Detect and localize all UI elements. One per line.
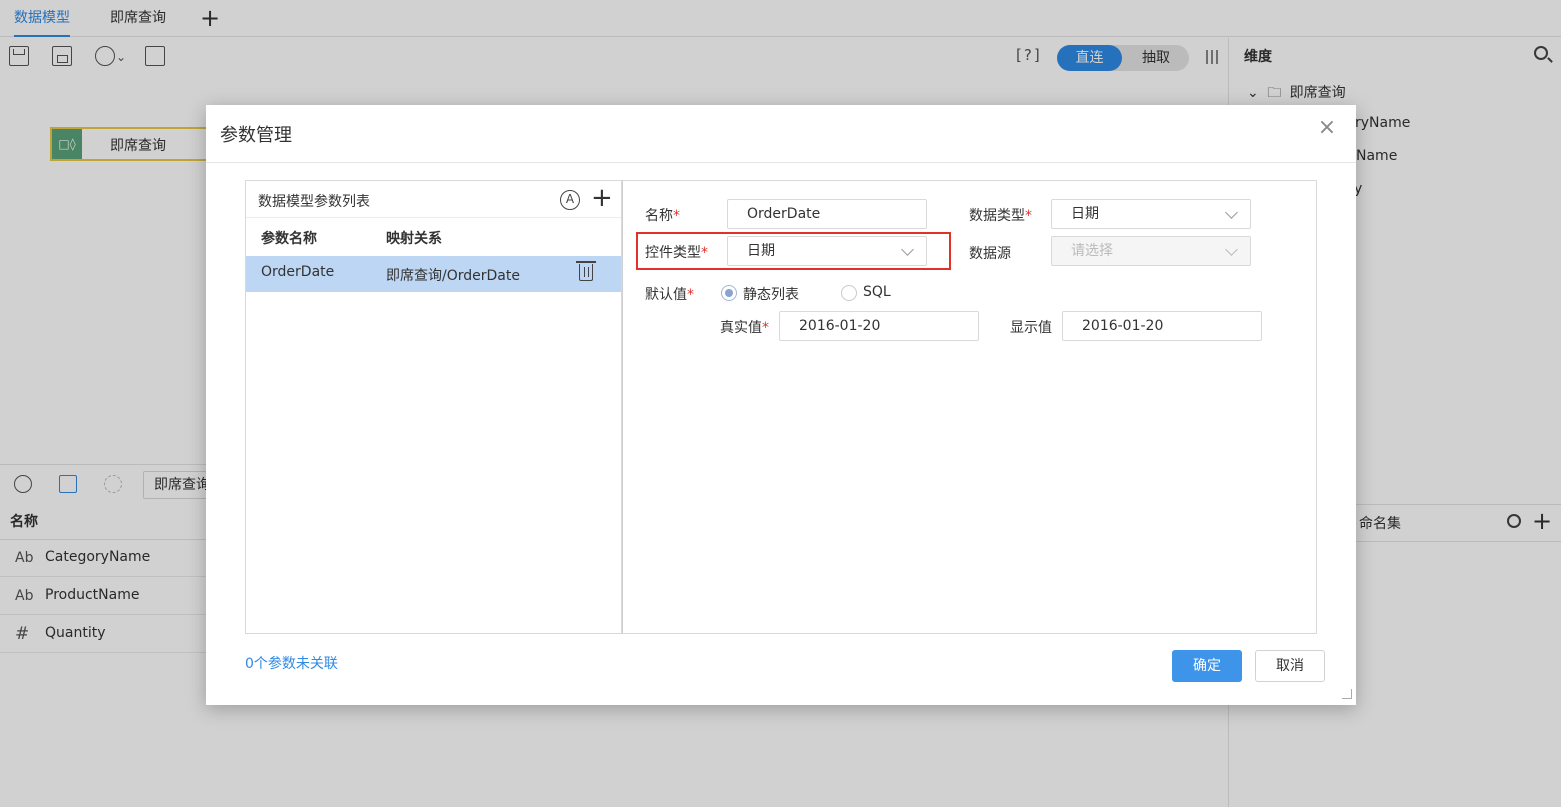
cancel-button[interactable]: 取消: [1255, 650, 1325, 682]
data-type-value: 日期: [1071, 206, 1099, 222]
parameter-row[interactable]: OrderDate 即席查询/OrderDate: [246, 256, 621, 292]
auto-map-icon[interactable]: A: [560, 190, 580, 210]
control-type-value: 日期: [747, 243, 775, 259]
delete-icon[interactable]: [576, 261, 596, 281]
display-value-input[interactable]: 2016-01-20: [1062, 311, 1262, 341]
data-source-select: 请选择: [1051, 236, 1251, 266]
chevron-down-icon: [1225, 206, 1238, 219]
sql-radio[interactable]: [841, 285, 857, 301]
parameter-mapping-cell: 即席查询/OrderDate: [386, 268, 520, 284]
data-source-placeholder: 请选择: [1071, 243, 1113, 259]
control-type-select[interactable]: 日期: [727, 236, 927, 266]
add-parameter-button[interactable]: +: [591, 183, 613, 213]
parameter-list-columns: 参数名称 映射关系: [246, 219, 621, 255]
close-icon[interactable]: ×: [1316, 117, 1338, 139]
control-type-label: 控件类型*: [645, 245, 708, 261]
column-header-mapping: 映射关系: [386, 231, 442, 247]
confirm-button[interactable]: 确定: [1172, 650, 1242, 682]
parameter-list-panel: 数据模型参数列表 A + 参数名称 映射关系 OrderDate 即席查询/Or…: [245, 180, 622, 634]
chevron-down-icon: [901, 243, 914, 256]
dialog-title: 参数管理: [220, 125, 292, 146]
static-list-label[interactable]: 静态列表: [743, 284, 799, 304]
resize-handle-icon[interactable]: [1342, 689, 1352, 699]
data-type-label: 数据类型*: [969, 208, 1032, 224]
name-input[interactable]: OrderDate: [727, 199, 927, 229]
divider: [206, 162, 1356, 163]
parameter-list-title: 数据模型参数列表: [258, 194, 370, 210]
name-label: 名称*: [645, 208, 680, 224]
parameter-name-cell: OrderDate: [261, 264, 335, 280]
chevron-down-icon: [1225, 243, 1238, 256]
parameter-form: 名称* OrderDate 数据类型* 日期 控件类型* 日期 数据源 请选择 …: [622, 180, 1317, 634]
sql-label[interactable]: SQL: [863, 284, 891, 300]
real-value-label: 真实值*: [720, 320, 769, 336]
parameter-management-dialog: 参数管理 × 数据模型参数列表 A + 参数名称 映射关系 OrderDate …: [206, 105, 1356, 705]
display-value-label: 显示值: [1010, 320, 1052, 336]
parameter-list-header: 数据模型参数列表 A +: [246, 181, 621, 218]
column-header-name: 参数名称: [261, 231, 317, 247]
unlinked-parameters-link[interactable]: 0个参数未关联: [245, 653, 338, 673]
default-value-label: 默认值*: [645, 287, 694, 303]
static-list-radio[interactable]: [721, 285, 737, 301]
data-type-select[interactable]: 日期: [1051, 199, 1251, 229]
real-value-input[interactable]: 2016-01-20: [779, 311, 979, 341]
data-source-label: 数据源: [969, 246, 1011, 262]
